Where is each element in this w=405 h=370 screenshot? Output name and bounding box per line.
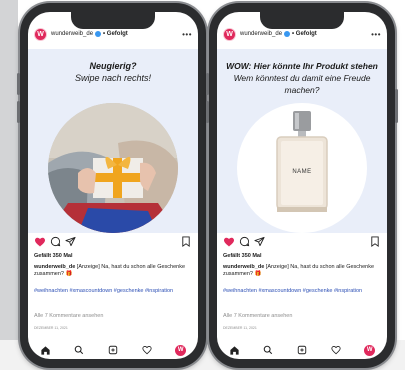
notch [260, 12, 344, 29]
bookmark-icon[interactable] [370, 236, 380, 247]
followed-label[interactable]: • Gefolgt [103, 31, 128, 37]
profile-nav-avatar[interactable]: W [175, 344, 187, 356]
post-subline: Swipe nach rechts! [74, 73, 152, 83]
comment-icon[interactable] [239, 236, 250, 247]
username[interactable]: wunderweib_de [51, 31, 93, 37]
share-icon[interactable] [65, 236, 76, 247]
backdrop-panel [0, 0, 18, 370]
verified-icon [284, 31, 291, 37]
profile-avatar[interactable]: W [34, 27, 47, 41]
share-icon[interactable] [254, 236, 265, 247]
post-image[interactable]: WOW: Hier könnte Ihr Produkt stehen Wem … [217, 49, 387, 233]
verified-icon [95, 31, 102, 37]
likes-count[interactable]: Gefällt 350 Mal [223, 253, 383, 260]
perfume-bottle-icon [276, 111, 328, 212]
username[interactable]: wunderweib_de [240, 31, 282, 37]
action-bar [28, 236, 198, 250]
volume-button [17, 73, 20, 95]
volume-button [206, 73, 209, 95]
screen: W wunderweib_de • Gefolgt ••• Neugierig?… [28, 12, 198, 359]
post-subline-2: machen? [284, 85, 320, 95]
view-comments-link[interactable]: Alle 7 Kommentare ansehen [223, 313, 383, 320]
hashtags[interactable]: #weihnachten #xmascountdown #geschenke #… [223, 288, 383, 295]
heart-icon[interactable] [223, 236, 235, 248]
post-subline: Wem könntest du damit eine Freude [233, 73, 371, 83]
home-icon[interactable] [40, 345, 51, 356]
phone-right: W wunderweib_de • Gefolgt ••• WOW: Hier … [206, 3, 398, 368]
screen: W wunderweib_de • Gefolgt ••• WOW: Hier … [217, 12, 387, 359]
more-options-icon[interactable]: ••• [371, 30, 381, 39]
bottom-nav: W [28, 341, 198, 359]
caption: wunderweib_de [Anzeige] Na, hast du scho… [34, 264, 194, 278]
product-circle: NAME [237, 103, 367, 233]
view-comments-link[interactable]: Alle 7 Kommentare ansehen [34, 313, 194, 320]
more-options-icon[interactable]: ••• [182, 30, 192, 39]
heart-icon[interactable] [34, 236, 46, 248]
phone-left: W wunderweib_de • Gefolgt ••• Neugierig?… [17, 3, 209, 368]
add-icon[interactable] [297, 345, 307, 355]
followed-label[interactable]: • Gefolgt [292, 31, 317, 37]
action-bar [217, 236, 387, 250]
add-icon[interactable] [108, 345, 118, 355]
caption-username[interactable]: wunderweib_de [223, 264, 264, 270]
comment-icon[interactable] [50, 236, 61, 247]
bookmark-icon[interactable] [181, 236, 191, 247]
home-icon[interactable] [229, 345, 240, 356]
likes-count[interactable]: Gefällt 350 Mal [34, 253, 194, 260]
post-image[interactable]: Neugierig? Swipe nach rechts! [28, 49, 198, 233]
hashtags[interactable]: #weihnachten #xmascountdown #geschenke #… [34, 288, 194, 295]
profile-nav-avatar[interactable]: W [364, 344, 376, 356]
profile-avatar[interactable]: W [223, 27, 236, 41]
activity-icon[interactable] [141, 345, 152, 355]
post-headline: Neugierig? [89, 61, 137, 71]
search-icon[interactable] [74, 345, 84, 355]
activity-icon[interactable] [330, 345, 341, 355]
power-button [395, 89, 398, 123]
search-icon[interactable] [263, 345, 273, 355]
post-date: DEZEMBER 11, 2021 [34, 326, 68, 330]
product-label: NAME [292, 169, 312, 175]
caption: wunderweib_de [Anzeige] Na, hast du scho… [223, 264, 383, 278]
volume-button [206, 101, 209, 123]
post-date: DEZEMBER 11, 2021 [223, 326, 257, 330]
post-headline: WOW: Hier könnte Ihr Produkt stehen [226, 61, 378, 71]
volume-button [17, 101, 20, 123]
notch [71, 12, 155, 29]
gift-photo [48, 103, 178, 233]
caption-username[interactable]: wunderweib_de [34, 264, 75, 270]
bottom-nav: W [217, 341, 387, 359]
